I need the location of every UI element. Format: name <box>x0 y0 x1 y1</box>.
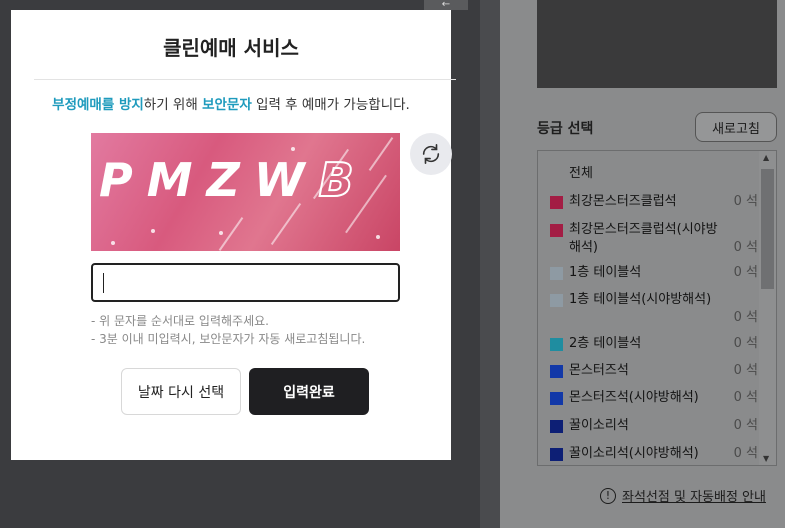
grade-seat-count: 0 석 <box>733 446 758 461</box>
reselect-date-button[interactable]: 날짜 다시 선택 <box>121 368 241 415</box>
clean-booking-modal: 클린예매 서비스 부정예매를 방지하기 위해 보안문자 입력 후 예매가 가능합… <box>11 10 456 460</box>
grade-name: 몬스터즈석(시야방해석) <box>569 390 699 405</box>
grade-color-swatch <box>550 420 563 433</box>
grade-name: 1층 테이블석(시야방해석) <box>569 292 712 307</box>
grade-color-swatch <box>550 267 563 280</box>
grade-color-swatch <box>550 338 563 351</box>
modal-title: 클린예매 서비스 <box>163 36 299 60</box>
grade-seat-count: 0 석 <box>733 265 758 280</box>
grade-name: 최강몬스터즈클럽석 <box>569 194 677 209</box>
panel-divider <box>480 0 500 528</box>
grade-select-title: 등급 선택 <box>537 121 594 137</box>
grade-color-swatch <box>550 365 563 378</box>
help-link[interactable]: ! 좌석선점 및 자동배정 안내 <box>600 486 766 505</box>
modal-divider <box>34 79 456 80</box>
grade-color-swatch <box>550 294 563 307</box>
captcha-text: PMZWB <box>99 152 368 208</box>
instruction-highlight-1: 부정예매를 방지 <box>52 97 144 113</box>
grade-seat-count: 0 석 <box>733 310 758 325</box>
grade-list-scrollbar[interactable]: ▲ ▼ <box>759 151 776 465</box>
grade-color-swatch <box>550 448 563 461</box>
grade-name: 1층 테이블석 <box>569 265 642 280</box>
text-caret <box>103 273 104 293</box>
grade-seat-count: 0 석 <box>733 418 758 433</box>
captcha-refresh-icon[interactable] <box>410 133 452 175</box>
grade-name: 꿀이소리석(시야방해석) <box>569 446 699 461</box>
scroll-down-icon[interactable]: ▼ <box>763 454 769 463</box>
grade-seat-count: 0 석 <box>733 363 758 378</box>
captcha-image: PMZWB <box>91 133 400 251</box>
info-icon: ! <box>600 487 616 504</box>
grade-color-swatch <box>550 392 563 405</box>
grade-seat-count: 0 석 <box>733 240 758 255</box>
grade-color-swatch <box>550 224 563 237</box>
instruction-text-3: 입력 후 예매가 가능합니다. <box>251 97 410 113</box>
scroll-up-icon[interactable]: ▲ <box>763 153 769 162</box>
instruction-text: 부정예매를 방지하기 위해 보안문자 입력 후 예매가 가능합니다. <box>11 93 451 113</box>
grade-seat-count: 0 석 <box>733 390 758 405</box>
back-arrow-icon[interactable]: ← <box>424 0 468 10</box>
grade-name: 최강몬스터즈클럽석(시야방해석) <box>569 222 718 255</box>
grade-name: 2층 테이블석 <box>569 336 642 351</box>
captcha-notes: - 위 문자를 순서대로 입력해주세요. - 3분 이내 미입력시, 보안문자가… <box>91 312 365 348</box>
scroll-thumb[interactable] <box>761 169 774 289</box>
help-link-text[interactable]: 좌석선점 및 자동배정 안내 <box>622 486 766 505</box>
note-2: - 3분 이내 미입력시, 보안문자가 자동 새로고침됩니다. <box>91 332 366 346</box>
grade-seat-count: 0 석 <box>733 194 758 209</box>
submit-button[interactable]: 입력완료 <box>249 368 369 415</box>
grade-seat-count: 0 석 <box>733 336 758 351</box>
refresh-button[interactable]: 새로고침 <box>695 112 777 142</box>
instruction-text-2: 하기 위해 <box>143 97 203 113</box>
captcha-input[interactable] <box>91 263 400 302</box>
grade-name: 몬스터즈석 <box>569 363 629 378</box>
instruction-highlight-2: 보안문자 <box>202 97 252 113</box>
note-1: - 위 문자를 순서대로 입력해주세요. <box>91 314 269 328</box>
grade-name: 꿀이소리석 <box>569 418 629 433</box>
grade-list: 전체 최강몬스터즈클럽석 0 석 최강몬스터즈클럽석(시야방해석) 0 석 1층 테이블석… <box>537 150 777 466</box>
grade-name: 전체 <box>569 166 593 181</box>
seat-map-preview <box>537 0 777 88</box>
grade-color-swatch <box>550 196 563 209</box>
